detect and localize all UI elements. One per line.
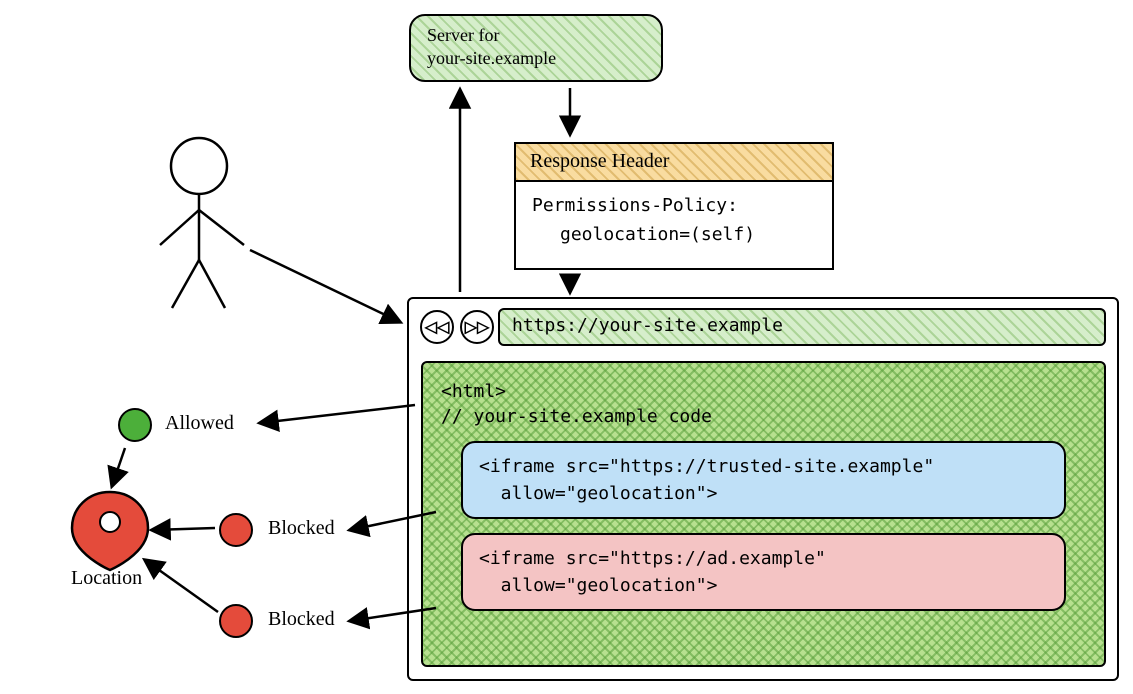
address-bar-text: https://your-site.example	[512, 315, 783, 336]
server-line2: your-site.example	[427, 48, 556, 68]
response-header-title: Response Header	[530, 150, 669, 172]
nav-buttons-group: ◁◁ ▷▷	[420, 310, 494, 344]
trusted-iframe-l1: <iframe src="https://trusted-site.exampl…	[479, 456, 934, 477]
blocked-indicator-dot-1	[219, 513, 253, 547]
trusted-iframe-l2: allow="geolocation">	[479, 483, 717, 504]
response-header-body: Permissions-Policy: geolocation=(self)	[514, 182, 834, 270]
diagram-stage: Server for your-site.example Response He…	[0, 0, 1133, 694]
blocked-label-2: Blocked	[268, 608, 335, 631]
user-icon	[160, 138, 244, 308]
ad-iframe-l1: <iframe src="https://ad.example"	[479, 548, 826, 569]
response-header-line2: geolocation=(self)	[532, 221, 816, 250]
location-label: Location	[71, 567, 142, 590]
address-bar[interactable]: https://your-site.example	[498, 308, 1106, 346]
server-line1: Server for	[427, 25, 499, 45]
trusted-iframe-box: <iframe src="https://trusted-site.exampl…	[461, 441, 1066, 519]
code-html-open: <html>	[441, 381, 1086, 402]
browser-viewport: <html> // your-site.example code <iframe…	[421, 361, 1106, 667]
location-pin-icon	[72, 492, 148, 570]
blocked-label-1: Blocked	[268, 517, 335, 540]
blocked-indicator-dot-2	[219, 604, 253, 638]
back-button[interactable]: ◁◁	[420, 310, 454, 344]
allowed-label: Allowed	[165, 412, 234, 435]
back-icon: ◁◁	[425, 317, 450, 337]
response-header-title-bar: Response Header	[514, 142, 834, 182]
response-header-line1: Permissions-Policy:	[532, 195, 738, 216]
ad-iframe-box: <iframe src="https://ad.example" allow="…	[461, 533, 1066, 611]
forward-button[interactable]: ▷▷	[460, 310, 494, 344]
allowed-indicator-dot	[118, 408, 152, 442]
forward-icon: ▷▷	[465, 317, 490, 337]
server-box: Server for your-site.example	[409, 14, 663, 82]
code-comment: // your-site.example code	[441, 406, 1086, 427]
ad-iframe-l2: allow="geolocation">	[479, 575, 717, 596]
